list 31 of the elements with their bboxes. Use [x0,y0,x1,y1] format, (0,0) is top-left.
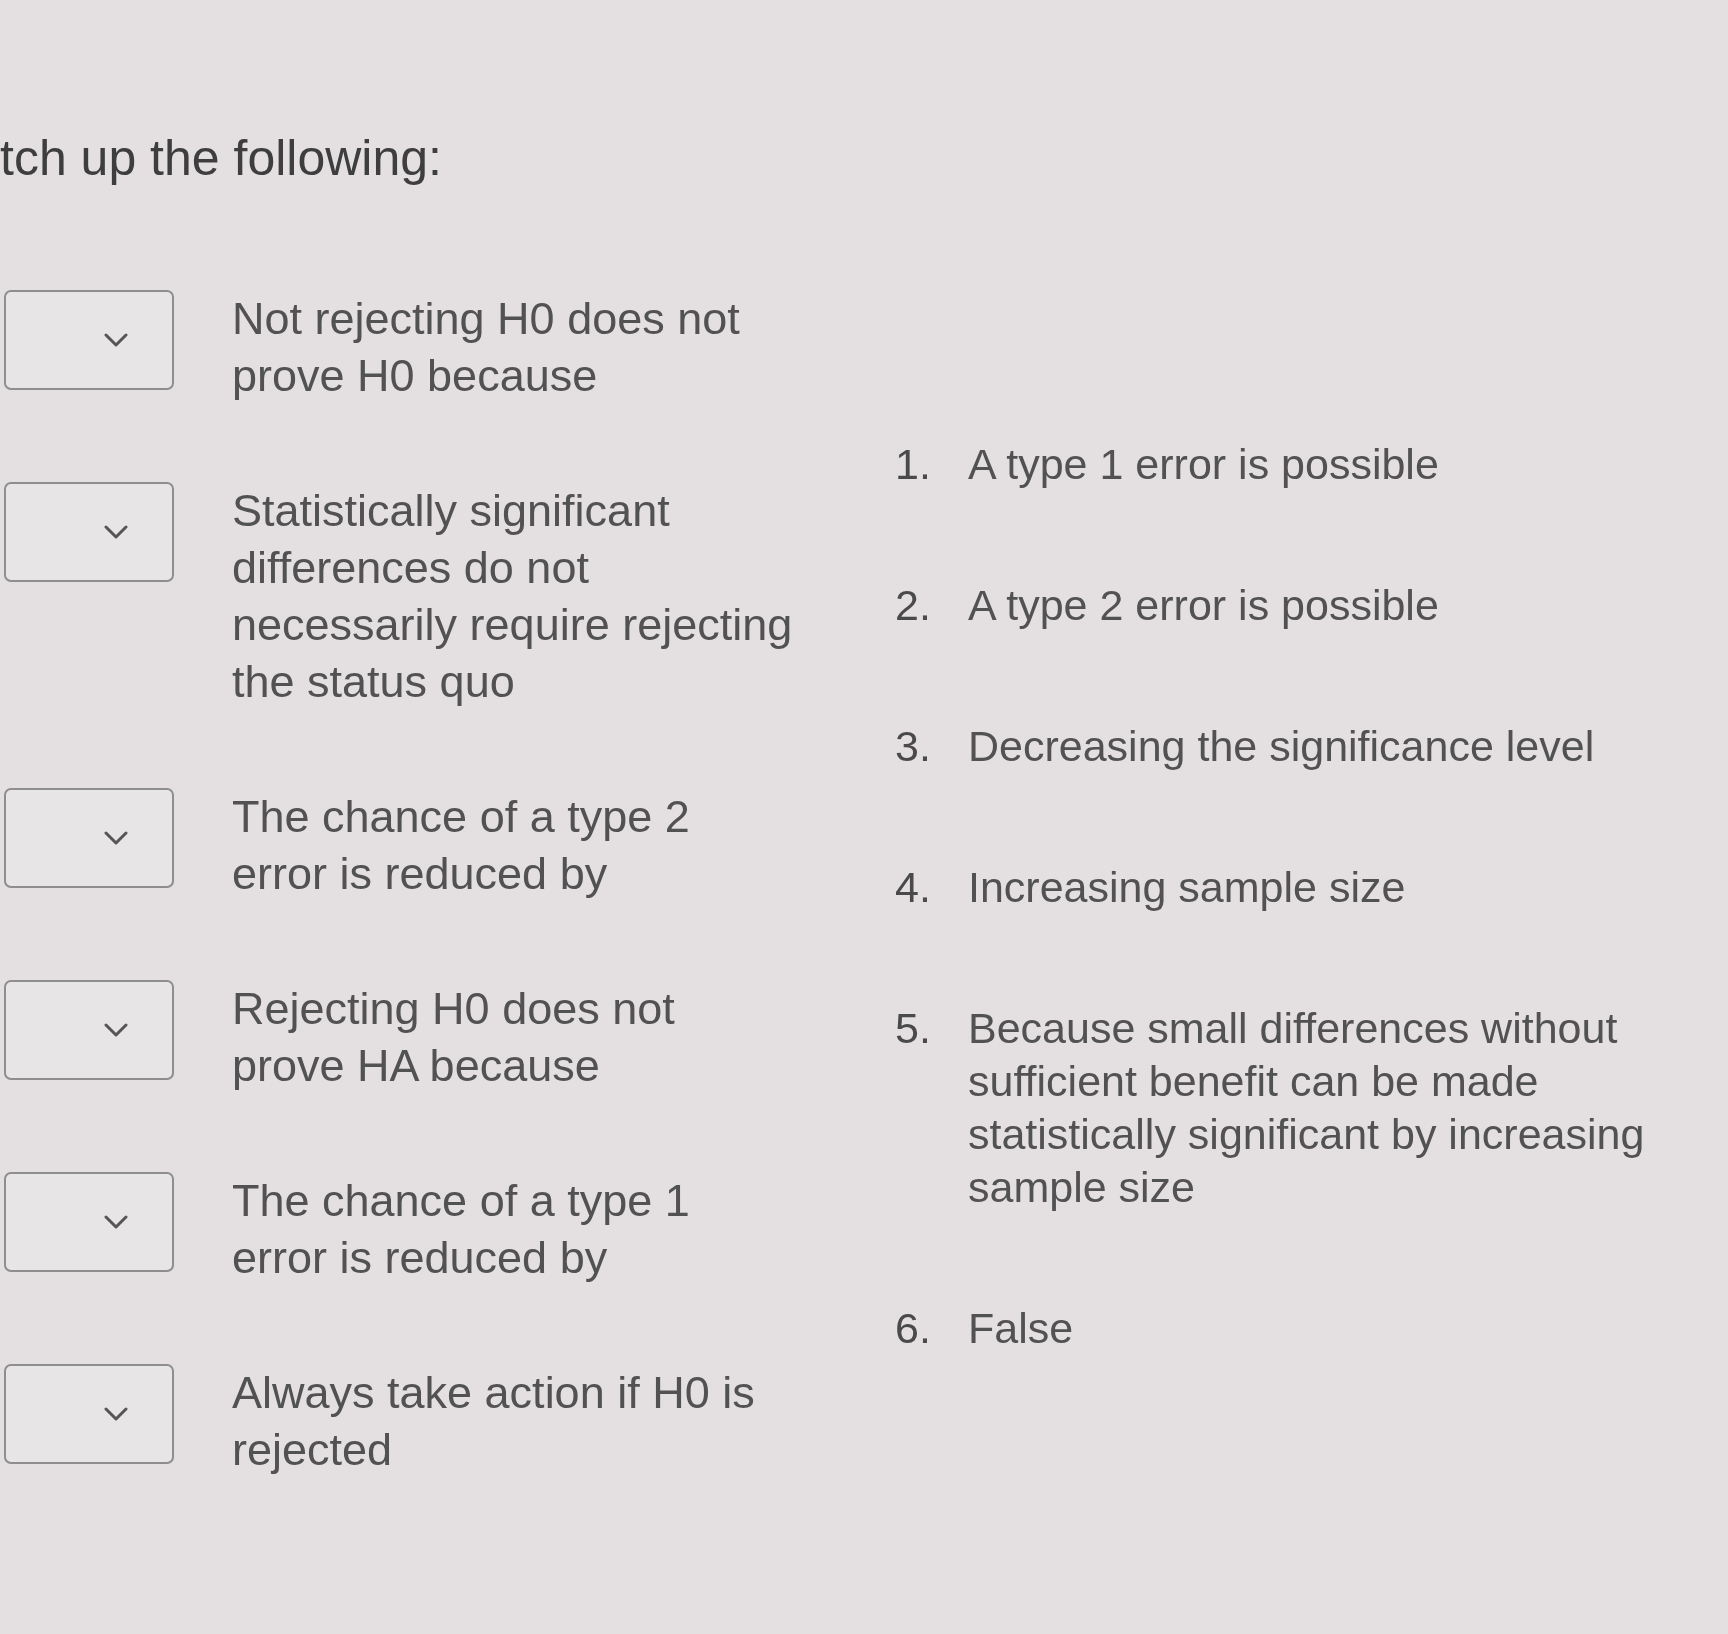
chevron-down-icon [104,1407,128,1421]
prompt-text: Statistically significant differences do not necessarily require rejecting the status quo [232,484,794,709]
chevron-down-icon [104,1215,128,1229]
prompt-text: The chance of a type 2 error is reduced by [232,790,691,901]
option-number: 3. [895,721,932,772]
answer-dropdown[interactable] [4,980,174,1080]
prompt-text: Not rejecting H0 does not prove H0 because [232,292,741,403]
answer-dropdown[interactable] [4,482,174,582]
answer-dropdown[interactable] [4,1172,174,1272]
option-text: Because small differences without sufficient benefit can be made statistically significant by increasing sample size [968,1003,1646,1213]
option-text: False [968,1303,1075,1354]
option-text: Decreasing the significance level [968,721,1596,772]
option-number: 1. [895,439,932,490]
prompt-text: Rejecting H0 does not prove HA because [232,982,676,1093]
option-text: A type 2 error is possible [968,580,1440,631]
chevron-down-icon [104,831,128,845]
option-text: Increasing sample size [968,862,1407,913]
prompt-text: The chance of a type 1 error is reduced by [232,1174,691,1285]
prompt-text: Always take action if H0 is rejected [232,1366,756,1477]
answer-dropdown[interactable] [4,290,174,390]
answer-dropdown[interactable] [4,1364,174,1464]
option-number: 4. [895,862,932,913]
instruction-text: tch up the following: [0,129,442,188]
chevron-down-icon [104,525,128,539]
chevron-down-icon [104,1023,128,1037]
chevron-down-icon [104,333,128,347]
option-number: 6. [895,1303,932,1354]
option-number: 2. [895,580,932,631]
option-text: A type 1 error is possible [968,439,1440,490]
answer-dropdown[interactable] [4,788,174,888]
option-number: 5. [895,1003,932,1054]
